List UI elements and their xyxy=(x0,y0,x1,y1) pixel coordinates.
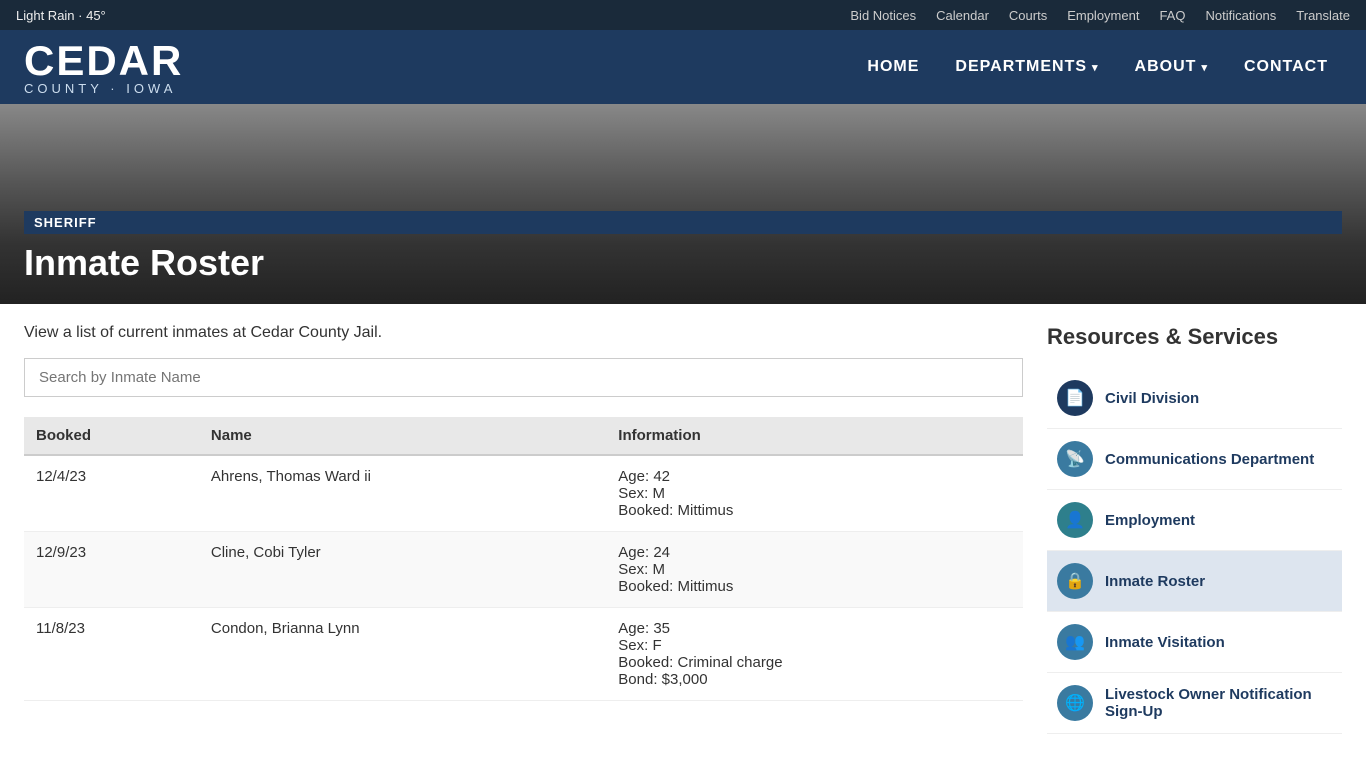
about-chevron-icon: ▾ xyxy=(1201,61,1208,74)
cell-booked: 12/4/23 xyxy=(24,455,199,532)
main-content: View a list of current inmates at Cedar … xyxy=(24,324,1023,701)
table-row: 12/4/23Ahrens, Thomas Ward iiAge: 42 Sex… xyxy=(24,455,1023,532)
inmate-roster-link-icon: 🔒 xyxy=(1057,563,1093,599)
col-name: Name xyxy=(199,417,606,455)
employment-sidebar-link-icon: 👤 xyxy=(1057,502,1093,538)
faq-link[interactable]: FAQ xyxy=(1159,8,1185,23)
cell-info: Age: 35 Sex: F Booked: Criminal charge B… xyxy=(606,608,1023,701)
communications-link-label: Communications Department xyxy=(1105,451,1314,468)
logo-cedar: CEDAR xyxy=(24,40,183,82)
calendar-link[interactable]: Calendar xyxy=(936,8,989,23)
contact-nav[interactable]: CONTACT xyxy=(1230,50,1342,84)
table-row: 11/8/23Condon, Brianna LynnAge: 35 Sex: … xyxy=(24,608,1023,701)
inmate-visitation-link-label: Inmate Visitation xyxy=(1105,634,1225,651)
employment-top-link[interactable]: Employment xyxy=(1067,8,1139,23)
cell-booked: 12/9/23 xyxy=(24,532,199,608)
livestock-link-icon: 🌐 xyxy=(1057,685,1093,721)
content-wrapper: View a list of current inmates at Cedar … xyxy=(0,304,1366,754)
table-header-row: Booked Name Information xyxy=(24,417,1023,455)
cell-name: Condon, Brianna Lynn xyxy=(199,608,606,701)
weather-display: Light Rain · 45° xyxy=(16,8,106,23)
logo-sub: COUNTY · IOWA xyxy=(24,82,183,95)
departments-chevron-icon: ▾ xyxy=(1092,61,1099,74)
sidebar-title: Resources & Services xyxy=(1047,324,1342,350)
col-booked: Booked xyxy=(24,417,199,455)
inmate-roster-link[interactable]: 🔒 Inmate Roster xyxy=(1047,551,1342,612)
translate-link[interactable]: Translate xyxy=(1296,8,1350,23)
top-nav: Bid Notices Calendar Courts Employment F… xyxy=(850,8,1350,23)
inmate-roster-link-label: Inmate Roster xyxy=(1105,573,1205,590)
hero-banner: SHERIFF Inmate Roster xyxy=(0,104,1366,304)
cell-info: Age: 42 Sex: M Booked: Mittimus xyxy=(606,455,1023,532)
livestock-link[interactable]: 🌐 Livestock Owner Notification Sign-Up xyxy=(1047,673,1342,734)
site-header: CEDAR COUNTY · IOWA HOME DEPARTMENTS ▾ A… xyxy=(0,30,1366,104)
sidebar-items-container: 📄 Civil Division 📡 Communications Departmen… xyxy=(1047,368,1342,734)
civil-division-link-icon: 📄 xyxy=(1057,380,1093,416)
civil-division-link-label: Civil Division xyxy=(1105,390,1199,407)
cell-name: Ahrens, Thomas Ward ii xyxy=(199,455,606,532)
inmate-table: Booked Name Information 12/4/23Ahrens, T… xyxy=(24,417,1023,701)
civil-division-link[interactable]: 📄 Civil Division xyxy=(1047,368,1342,429)
page-title: Inmate Roster xyxy=(24,242,1342,284)
courts-link[interactable]: Courts xyxy=(1009,8,1047,23)
communications-link-icon: 📡 xyxy=(1057,441,1093,477)
bid-notices-link[interactable]: Bid Notices xyxy=(850,8,916,23)
col-info: Information xyxy=(606,417,1023,455)
top-bar: Light Rain · 45° Bid Notices Calendar Co… xyxy=(0,0,1366,30)
home-nav[interactable]: HOME xyxy=(853,50,933,84)
about-nav[interactable]: ABOUT ▾ xyxy=(1121,50,1222,84)
sidebar: Resources & Services 📄 Civil Division 📡 Com… xyxy=(1047,324,1342,734)
cell-booked: 11/8/23 xyxy=(24,608,199,701)
cell-name: Cline, Cobi Tyler xyxy=(199,532,606,608)
departments-nav[interactable]: DEPARTMENTS ▾ xyxy=(941,50,1112,84)
inmate-visitation-link[interactable]: 👥 Inmate Visitation xyxy=(1047,612,1342,673)
sheriff-badge: SHERIFF xyxy=(24,211,1342,234)
intro-text: View a list of current inmates at Cedar … xyxy=(24,324,1023,342)
employment-sidebar-link[interactable]: 👤 Employment xyxy=(1047,490,1342,551)
table-row: 12/9/23Cline, Cobi TylerAge: 24 Sex: M B… xyxy=(24,532,1023,608)
inmate-visitation-link-icon: 👥 xyxy=(1057,624,1093,660)
main-navigation: HOME DEPARTMENTS ▾ ABOUT ▾ CONTACT xyxy=(853,50,1342,84)
communications-link[interactable]: 📡 Communications Department xyxy=(1047,429,1342,490)
livestock-link-label: Livestock Owner Notification Sign-Up xyxy=(1105,686,1332,720)
site-logo[interactable]: CEDAR COUNTY · IOWA xyxy=(24,40,183,95)
employment-sidebar-link-label: Employment xyxy=(1105,512,1195,529)
cell-info: Age: 24 Sex: M Booked: Mittimus xyxy=(606,532,1023,608)
search-input[interactable] xyxy=(24,358,1023,397)
notifications-link[interactable]: Notifications xyxy=(1205,8,1276,23)
